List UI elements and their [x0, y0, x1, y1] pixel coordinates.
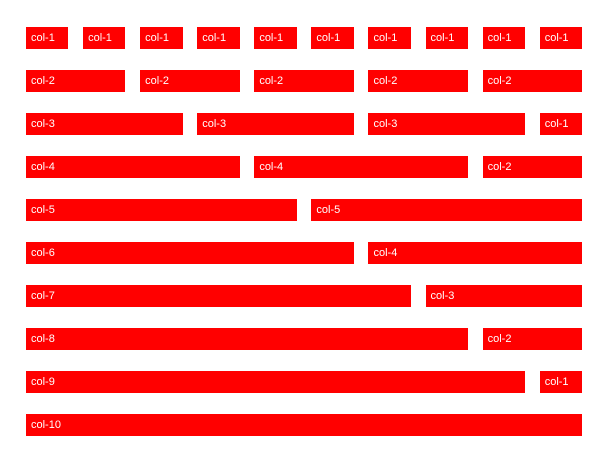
grid-cell: col-1 — [368, 27, 411, 49]
grid-row: col-3 col-3 col-3 col-1 — [26, 113, 583, 135]
grid-cell: col-1 — [311, 27, 354, 49]
grid-row: col-8 col-2 — [26, 328, 583, 350]
grid-row: col-2 col-2 col-2 col-2 col-2 — [26, 70, 583, 92]
grid-row: col-5 col-5 — [26, 199, 583, 221]
grid-cell: col-1 — [482, 27, 526, 49]
grid-cell: col-3 — [197, 113, 354, 135]
grid-cell: col-3 — [425, 285, 583, 307]
column-grid-demo: col-1 col-1 col-1 col-1 col-1 col-1 col-1 col-1… — [26, 27, 583, 436]
grid-cell: col-1 — [254, 27, 297, 49]
grid-row: col-1 col-1 col-1 col-1 col-1 col-1 col-1 col-1… — [26, 27, 583, 49]
grid-cell: col-4 — [26, 156, 240, 178]
grid-cell: col-2 — [482, 70, 583, 92]
grid-cell: col-7 — [26, 285, 411, 307]
grid-cell: col-5 — [26, 199, 297, 221]
grid-row: col-7 col-3 — [26, 285, 583, 307]
grid-cell: col-1 — [539, 27, 583, 49]
grid-cell: col-2 — [26, 70, 126, 92]
grid-cell: col-1 — [83, 27, 126, 49]
grid-cell: col-2 — [482, 328, 583, 350]
grid-cell: col-6 — [26, 242, 354, 264]
grid-cell: col-3 — [368, 113, 526, 135]
grid-cell: col-8 — [26, 328, 468, 350]
grid-row: col-6 col-4 — [26, 242, 583, 264]
grid-cell: col-1 — [197, 27, 240, 49]
grid-cell: col-9 — [26, 371, 526, 393]
grid-row: col-10 — [26, 414, 583, 436]
grid-cell: col-2 — [368, 70, 468, 92]
grid-cell: col-2 — [482, 156, 583, 178]
grid-cell: col-3 — [26, 113, 183, 135]
grid-row: col-4 col-4 col-2 — [26, 156, 583, 178]
grid-cell: col-1 — [539, 371, 583, 393]
grid-cell: col-4 — [254, 156, 468, 178]
grid-cell: col-2 — [254, 70, 354, 92]
grid-cell: col-4 — [368, 242, 583, 264]
grid-cell: col-2 — [140, 70, 240, 92]
grid-cell: col-10 — [26, 414, 583, 436]
grid-cell: col-5 — [311, 199, 583, 221]
grid-cell: col-1 — [539, 113, 583, 135]
grid-cell: col-1 — [26, 27, 69, 49]
grid-row: col-9 col-1 — [26, 371, 583, 393]
grid-cell: col-1 — [140, 27, 183, 49]
grid-cell: col-1 — [425, 27, 468, 49]
